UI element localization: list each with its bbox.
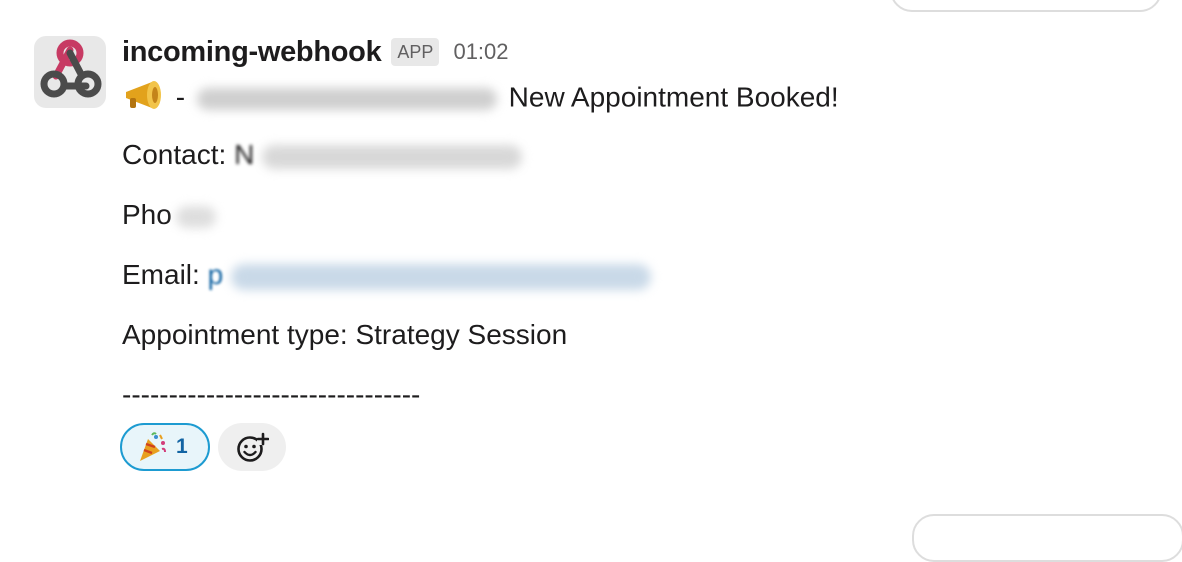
next-message-hover-toolbar — [912, 514, 1182, 562]
add-reaction-icon — [235, 430, 270, 464]
phone-line: Pho — [122, 198, 216, 232]
contact-label: Contact: — [122, 139, 235, 170]
add-reaction-button[interactable] — [218, 423, 286, 471]
message-title-line: - New Appointment Booked! — [122, 78, 839, 120]
message-timestamp[interactable]: 01:02 — [453, 39, 508, 65]
contact-line: Contact: N — [122, 138, 523, 172]
message-header: incoming-webhook APP 01:02 — [122, 34, 509, 70]
contact-value-visible: N — [234, 139, 255, 170]
email-line: Email: p — [122, 258, 651, 292]
appointment-line: Appointment type: Strategy Session — [122, 319, 568, 350]
party-popper-icon — [136, 431, 168, 463]
avatar[interactable] — [34, 36, 106, 108]
redacted-text — [262, 144, 523, 169]
email-label: Email: — [122, 259, 208, 290]
email-link[interactable]: p — [208, 259, 224, 290]
redacted-text — [196, 88, 497, 110]
reaction-tada[interactable]: 1 — [120, 423, 210, 471]
separator-line: -------------------------------- — [122, 379, 421, 410]
sender-name[interactable]: incoming-webhook — [122, 36, 382, 69]
webhook-icon — [40, 39, 102, 98]
title-dash: - — [175, 81, 186, 113]
app-badge: APP — [391, 38, 440, 66]
phone-label: Pho — [122, 199, 172, 230]
redacted-text — [175, 205, 216, 228]
redacted-email[interactable] — [230, 263, 651, 290]
title-text: New Appointment Booked! — [508, 81, 839, 113]
reaction-count: 1 — [176, 435, 188, 458]
megaphone-icon — [122, 78, 168, 120]
reactions-bar: 1 — [120, 423, 286, 471]
previous-message-hover-toolbar — [890, 0, 1162, 12]
